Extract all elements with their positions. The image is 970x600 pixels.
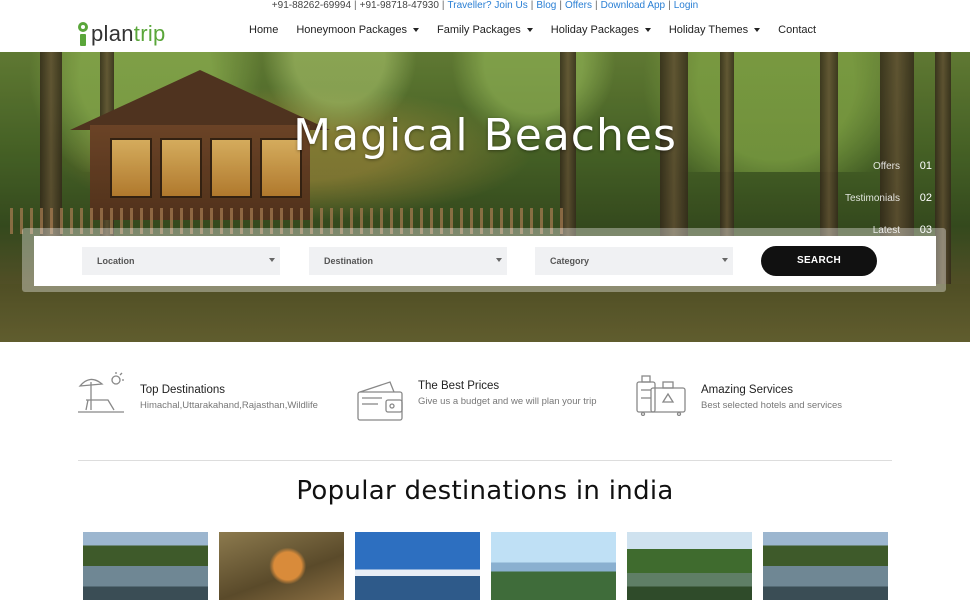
site-logo[interactable]: plantrip [78,20,166,48]
feature-title: Top Destinations [140,384,226,396]
chevron-down-icon [644,28,651,32]
section-divider [78,460,892,461]
destination-thumb-tiger[interactable] [219,532,344,600]
slider-item-testimonials[interactable]: Testimonials 02 [845,182,932,214]
nav-honeymoon-packages[interactable]: Honeymoon Packages [296,24,420,36]
hero-banner: Magical Beaches Offers 01 Testimonials 02 … [0,52,970,342]
beach-chair-icon [78,372,124,413]
search-panel: Location Destination Category SEARCH [34,236,936,286]
popular-destinations-title: Popular destinations in india [296,476,674,506]
feature-top-destinations: Top Destinations Himachal,Uttarakahand,R… [78,372,318,416]
topbar: +91-88262-69994 | +91-98718-47930 | Travelle… [271,0,699,11]
feature-best-prices: The Best Prices Give us a budget and we … [356,380,603,424]
chevron-down-icon [754,28,761,32]
chevron-down-icon [722,258,728,262]
nav-contact[interactable]: Contact [778,24,816,36]
destination-thumb-lake[interactable] [83,532,208,600]
feature-desc: Himachal,Uttarakahand,Rajasthan,Wildlife [140,400,318,411]
feature-desc: Best selected hotels and services [701,400,842,411]
blog-link[interactable]: Blog [536,0,556,11]
header: plantrip Home Honeymoon Packages Family … [0,12,970,52]
category-select[interactable]: Category [535,247,733,275]
location-select[interactable]: Location [82,247,280,275]
logo-text: plantrip [91,21,166,46]
destination-thumb-river-valley[interactable] [627,532,752,600]
phone-1: +91-88262-69994 [271,0,352,11]
chevron-down-icon [496,258,502,262]
destination-select[interactable]: Destination [309,247,507,275]
nav-home[interactable]: Home [249,24,278,36]
join-link[interactable]: Traveller? Join Us [448,0,528,11]
destination-thumb-snow-mountains[interactable] [355,532,480,600]
main-nav: Home Honeymoon Packages Family Packages … [249,24,834,36]
hero-title: Magical Beaches [293,110,677,161]
feature-title: The Best Prices [418,380,500,392]
logo-pin-icon [78,22,88,46]
chevron-down-icon [269,258,275,262]
destinations-gallery [83,532,889,600]
destination-thumb-valley[interactable] [491,532,616,600]
search-button[interactable]: SEARCH [761,246,877,276]
chevron-down-icon [526,28,533,32]
feature-title: Amazing Services [701,384,794,396]
chevron-down-icon [413,28,420,32]
nav-family-packages[interactable]: Family Packages [437,24,533,36]
download-app-link[interactable]: Download App [601,0,666,11]
offers-link[interactable]: Offers [565,0,592,11]
login-link[interactable]: Login [674,0,698,11]
feature-desc: Give us a budget and we will plan your t… [418,396,597,407]
luggage-icon [636,375,686,416]
wallet-icon [357,381,403,421]
nav-holiday-themes[interactable]: Holiday Themes [669,24,761,36]
destination-thumb-lake-2[interactable] [763,532,888,600]
feature-amazing-services: Amazing Services Best selected hotels an… [635,372,842,416]
phone-2: +91-98718-47930 [359,0,439,11]
slider-item-offers[interactable]: Offers 01 [845,150,932,182]
features-row: Top Destinations Himachal,Uttarakahand,R… [0,372,970,432]
nav-holiday-packages[interactable]: Holiday Packages [551,24,651,36]
